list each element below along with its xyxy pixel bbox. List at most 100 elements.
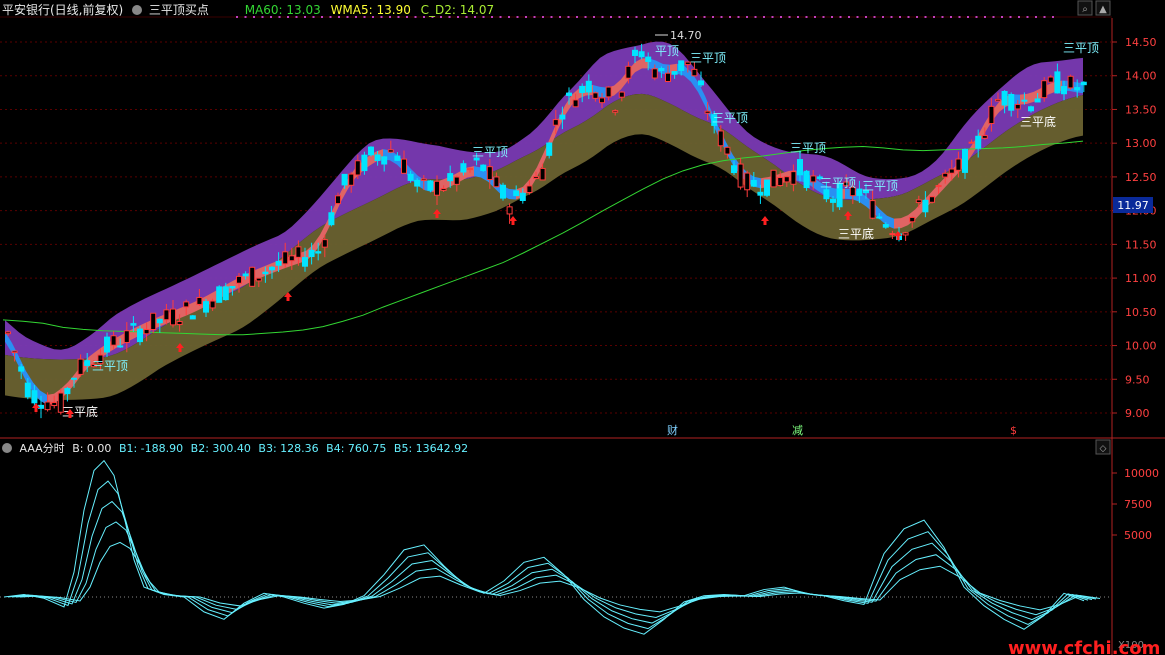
header-dot — [686, 16, 689, 18]
header-dot — [984, 16, 986, 18]
candle-body — [995, 98, 1001, 102]
candle-body — [480, 164, 487, 171]
event-dividend[interactable]: $ — [1010, 424, 1017, 437]
header-dot — [1018, 16, 1020, 18]
sub-y-tick-label: 10000 — [1124, 467, 1159, 480]
y-tick-label: 14.00 — [1125, 70, 1157, 83]
candle-body — [783, 176, 790, 183]
candle-body — [407, 173, 414, 181]
candle-body — [605, 86, 612, 98]
header-dot — [975, 16, 978, 18]
header-dot — [737, 16, 740, 18]
candle-body — [368, 146, 374, 156]
y-tick-label: 9.00 — [1125, 407, 1150, 420]
candle-body — [975, 135, 982, 149]
candle-body — [612, 110, 619, 113]
candle-body — [526, 185, 533, 194]
header-dot — [746, 16, 748, 18]
candle-body — [1028, 106, 1034, 112]
header-dot — [882, 16, 884, 18]
candle-body — [361, 154, 368, 172]
header-dot — [516, 16, 519, 18]
header-dot — [593, 16, 595, 18]
candle-body — [1001, 91, 1008, 106]
header-dot — [559, 16, 561, 18]
stock-title[interactable]: 平安银行(日线,前复权) — [2, 3, 123, 17]
sub-y-tick-label: 5000 — [1124, 529, 1152, 542]
header-dot — [720, 16, 723, 18]
candle-body — [942, 172, 949, 178]
candle-body — [572, 99, 579, 108]
header-dot — [788, 16, 791, 18]
candle-body — [434, 180, 440, 196]
candle-body — [797, 159, 803, 176]
candle-body — [876, 216, 883, 219]
candle-body — [64, 388, 71, 395]
candle-body — [460, 163, 467, 173]
candle-body — [341, 173, 348, 186]
sub-title[interactable]: AAA分时 — [20, 442, 65, 455]
candle-body — [420, 178, 427, 181]
signal-top-label: 三平顶 — [862, 179, 898, 193]
candle-body — [170, 308, 176, 326]
header-dot — [635, 16, 638, 18]
sub-dropdown-icon[interactable] — [2, 443, 12, 453]
candle-body — [1067, 75, 1074, 89]
header-dot — [1052, 16, 1054, 18]
event-reduce[interactable]: 减 — [792, 424, 803, 437]
candle-body — [988, 105, 995, 125]
current-price-box: 11.97 — [1113, 197, 1153, 213]
header-dot — [907, 16, 910, 18]
candle-body — [229, 285, 236, 289]
header-dot — [712, 16, 714, 18]
scroll-up-icon[interactable]: ▲ — [1099, 4, 1107, 15]
candle-body — [651, 68, 658, 79]
header-dot — [958, 16, 961, 18]
header-dot — [848, 16, 850, 18]
candle-body — [143, 329, 150, 335]
header-dot — [831, 16, 833, 18]
header-dot — [584, 16, 587, 18]
candle-body — [929, 196, 935, 203]
candle-body — [196, 297, 203, 305]
b1-readout: B1: -188.90 — [118, 442, 184, 455]
candle-body — [922, 199, 929, 213]
candle-body — [394, 155, 401, 161]
indicator-dropdown-icon[interactable] — [132, 5, 143, 15]
y-tick-label: 10.50 — [1125, 306, 1157, 319]
y-tick-label: 14.50 — [1125, 36, 1157, 49]
candle-body — [427, 180, 434, 191]
candle-body — [130, 323, 137, 326]
header-dot — [950, 16, 952, 18]
candle-body — [335, 195, 341, 205]
header-dot — [941, 16, 944, 18]
header-dot — [865, 16, 867, 18]
header-dot — [805, 16, 808, 18]
header-dot — [610, 16, 612, 18]
candle-body — [1034, 98, 1041, 103]
indicator-name[interactable]: 三平顶买点 — [149, 3, 209, 17]
header-dot — [678, 16, 680, 18]
candle-body — [321, 239, 328, 248]
candle-body — [183, 301, 190, 308]
candle-body — [552, 119, 559, 126]
header-dot — [703, 16, 706, 18]
sub-panel-toggle-icon[interactable]: ◇ — [1100, 444, 1107, 454]
candle-body — [645, 56, 652, 62]
candle-body — [24, 382, 31, 398]
header-dot — [771, 16, 774, 18]
event-earnings[interactable]: 财 — [667, 423, 678, 437]
candle-body — [764, 179, 770, 196]
header-dot — [601, 16, 604, 18]
candle-body — [71, 377, 77, 380]
candle-body — [691, 68, 698, 77]
signal-top-label: 三平顶 — [820, 176, 856, 190]
candle-body — [750, 180, 757, 187]
header-dot — [822, 16, 825, 18]
search-icon[interactable]: ⌕ — [1082, 4, 1088, 15]
candle-body — [546, 142, 553, 156]
header-dot — [899, 16, 901, 18]
candle-body — [176, 320, 183, 326]
candle-body — [968, 141, 975, 144]
candle-body — [698, 80, 704, 86]
